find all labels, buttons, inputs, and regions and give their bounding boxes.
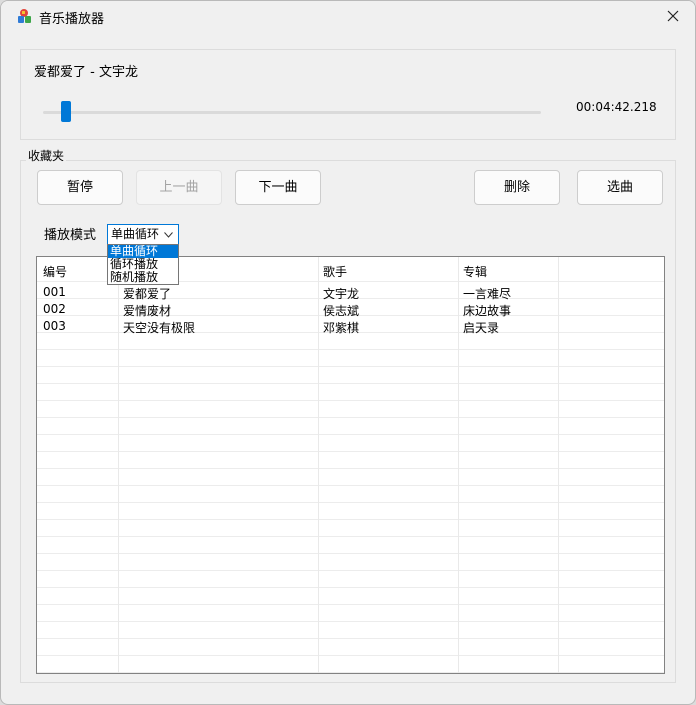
play-mode-label: 播放模式 bbox=[44, 228, 97, 243]
row-divider bbox=[37, 672, 664, 673]
close-icon bbox=[667, 10, 679, 22]
row-divider bbox=[37, 604, 664, 605]
row-divider bbox=[37, 485, 664, 486]
cell-artist: 邓紫棋 bbox=[323, 321, 360, 335]
column-divider bbox=[458, 257, 459, 673]
row-divider bbox=[37, 502, 664, 503]
cell-album: 床边故事 bbox=[463, 304, 512, 318]
progress-slider-thumb[interactable] bbox=[60, 101, 71, 122]
column-divider bbox=[558, 257, 559, 673]
row-divider bbox=[37, 536, 664, 537]
cell-title: 爱都爱了 bbox=[123, 287, 172, 301]
row-divider bbox=[37, 434, 664, 435]
play-mode-option[interactable]: 随机播放 bbox=[108, 271, 178, 284]
row-divider bbox=[37, 383, 664, 384]
row-divider bbox=[37, 553, 664, 554]
delete-button[interactable]: 删除 bbox=[474, 170, 560, 205]
cell-title: 爱情废材 bbox=[123, 304, 172, 318]
cell-album: 启天录 bbox=[463, 321, 500, 335]
window-title: 音乐播放器 bbox=[39, 12, 105, 27]
song-table[interactable]: 编号 歌手 专辑 001 爱都爱了 文宇龙 一言难尽 002 爱情废材 侯志斌 … bbox=[36, 256, 665, 674]
progress-track[interactable] bbox=[43, 111, 541, 114]
row-divider bbox=[37, 349, 664, 350]
row-divider bbox=[37, 655, 664, 656]
cell-album: 一言难尽 bbox=[463, 287, 512, 301]
music-app-icon bbox=[16, 7, 34, 25]
row-divider bbox=[37, 468, 664, 469]
row-divider bbox=[37, 417, 664, 418]
main-window: 音乐播放器 爱都爱了 - 文宇龙 00:04:42.218 收藏夹 暂停 上一曲… bbox=[0, 0, 696, 705]
next-button[interactable]: 下一曲 bbox=[235, 170, 321, 205]
play-mode-option[interactable]: 单曲循环 bbox=[108, 245, 178, 258]
cell-id: 003 bbox=[43, 319, 66, 333]
play-mode-value: 单曲循环 bbox=[111, 227, 160, 241]
playback-time: 00:04:42.218 bbox=[576, 100, 657, 114]
play-mode-dropdown: 单曲循环 循环播放 随机播放 bbox=[107, 244, 179, 285]
pause-button[interactable]: 暂停 bbox=[37, 170, 123, 205]
column-divider bbox=[318, 257, 319, 673]
cell-id: 002 bbox=[43, 302, 66, 316]
previous-button[interactable]: 上一曲 bbox=[136, 170, 222, 205]
row-divider bbox=[37, 638, 664, 639]
row-divider bbox=[37, 451, 664, 452]
column-header-artist[interactable]: 歌手 bbox=[323, 263, 347, 280]
row-divider bbox=[37, 366, 664, 367]
row-divider bbox=[37, 519, 664, 520]
row-divider bbox=[37, 570, 664, 571]
column-header-album[interactable]: 专辑 bbox=[463, 263, 487, 280]
row-divider bbox=[37, 587, 664, 588]
title-bar[interactable]: 音乐播放器 bbox=[1, 1, 695, 31]
cell-title: 天空没有极限 bbox=[123, 321, 196, 335]
column-divider bbox=[118, 257, 119, 673]
play-mode-select[interactable]: 单曲循环 bbox=[107, 224, 179, 245]
close-button[interactable] bbox=[651, 1, 695, 31]
cell-artist: 侯志斌 bbox=[323, 304, 360, 318]
play-mode-option[interactable]: 循环播放 bbox=[108, 258, 178, 271]
row-divider bbox=[37, 400, 664, 401]
select-song-button[interactable]: 选曲 bbox=[577, 170, 663, 205]
cell-artist: 文宇龙 bbox=[323, 287, 360, 301]
cell-id: 001 bbox=[43, 285, 66, 299]
now-playing-title: 爱都爱了 - 文宇龙 bbox=[34, 65, 138, 80]
chevron-down-icon bbox=[164, 232, 173, 238]
column-header-id[interactable]: 编号 bbox=[43, 263, 67, 280]
row-divider bbox=[37, 621, 664, 622]
favorites-group-label: 收藏夹 bbox=[26, 147, 67, 164]
